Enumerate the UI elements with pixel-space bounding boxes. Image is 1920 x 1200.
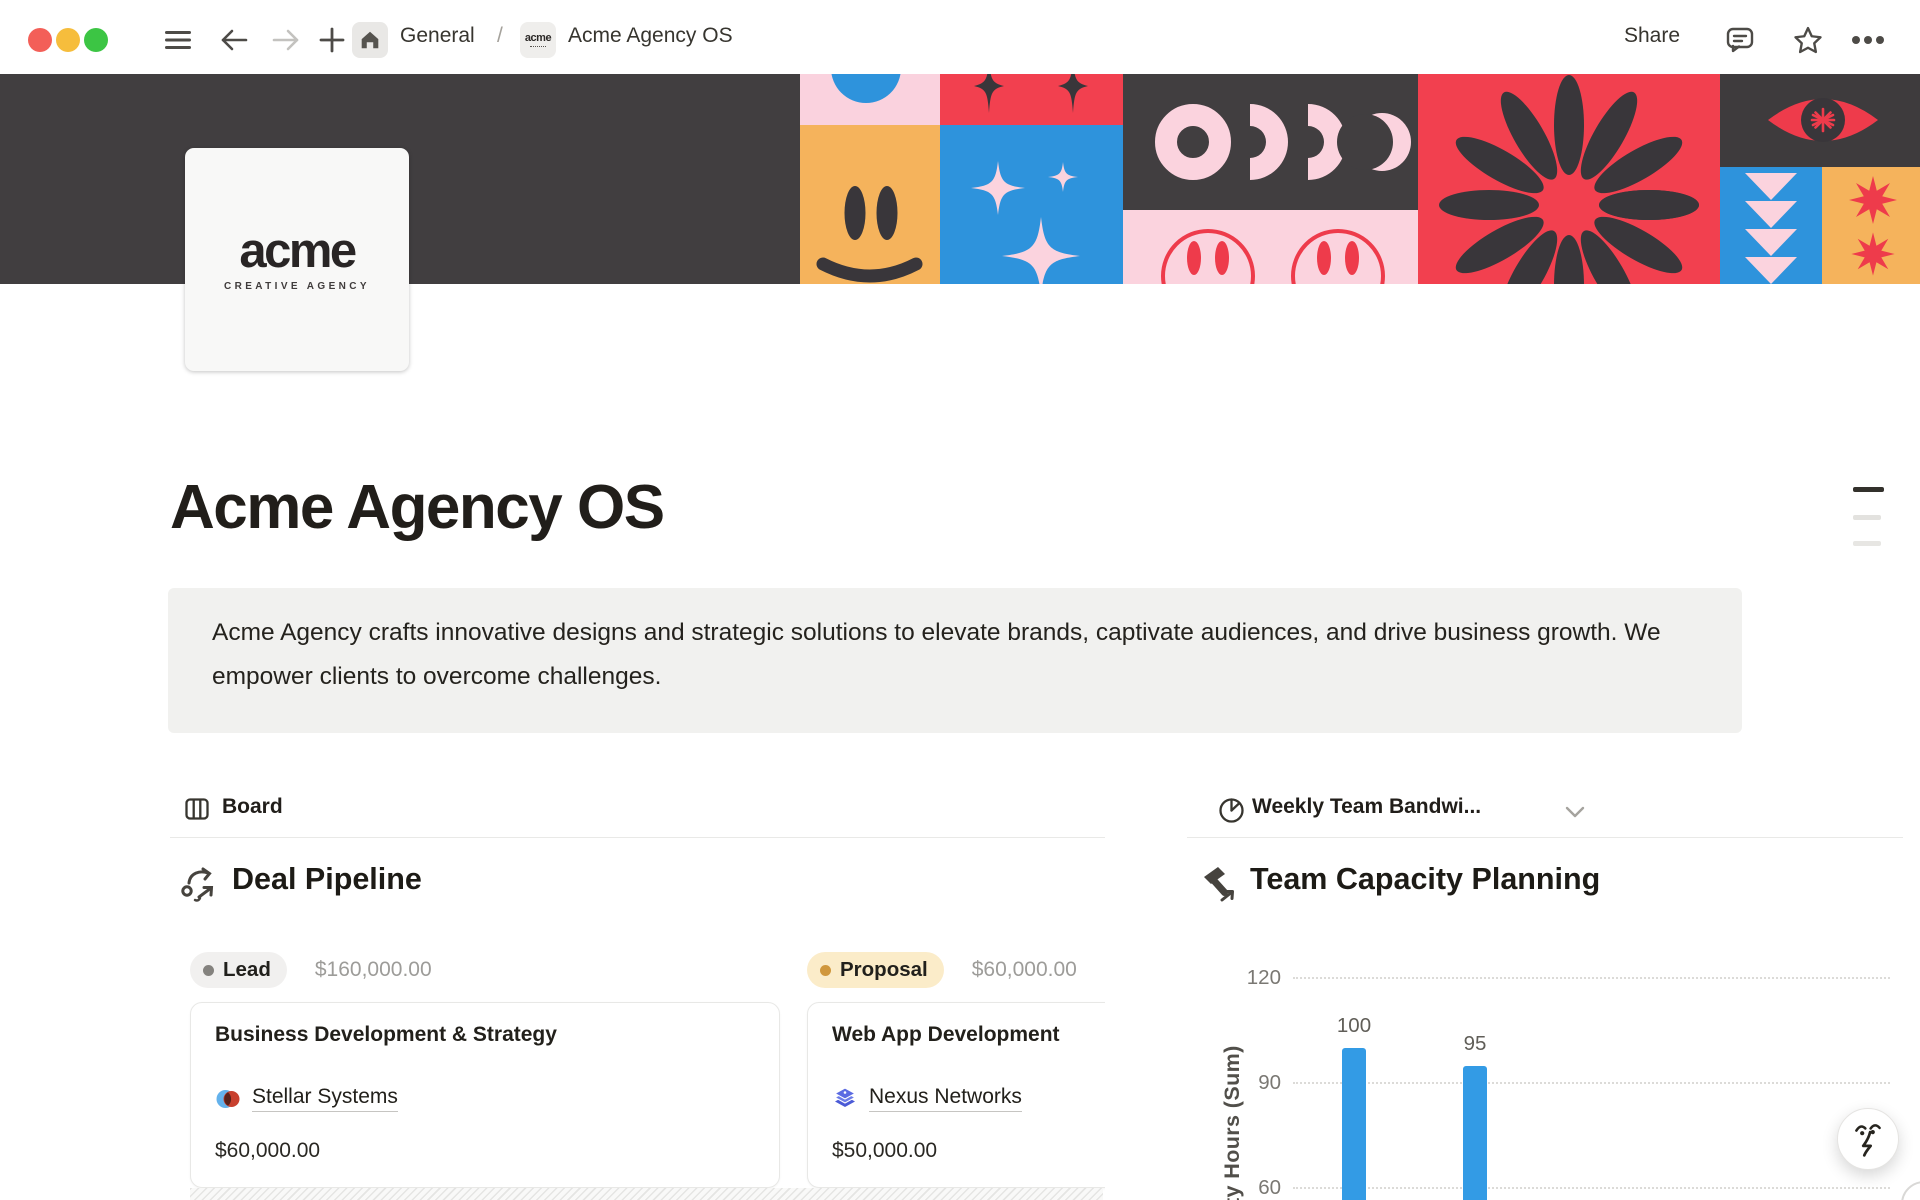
- new-tab-plus-icon[interactable]: [314, 22, 350, 58]
- callout-block: Acme Agency crafts innovative designs an…: [168, 588, 1742, 733]
- favorite-star-icon[interactable]: [1790, 22, 1826, 58]
- company-link[interactable]: Nexus Networks: [869, 1085, 1022, 1112]
- breadcrumb-page[interactable]: Acme Agency OS: [568, 24, 733, 48]
- team-capacity-heading: Team Capacity Planning: [1250, 862, 1600, 897]
- toc-dash-active[interactable]: [1853, 487, 1884, 492]
- chart-bar-value-label: 100: [1316, 1014, 1392, 1038]
- table-of-contents-indicator[interactable]: [1853, 487, 1893, 546]
- board-view-icon: [184, 796, 210, 822]
- help-button-clipped[interactable]: [1901, 1181, 1920, 1200]
- board-bottom-clipped-row: [190, 1188, 1103, 1200]
- status-badge-lead[interactable]: Lead: [190, 952, 287, 988]
- chart-tab-label: Weekly Team Bandwi...: [1252, 795, 1481, 819]
- chart-gridline: [1293, 1187, 1890, 1189]
- toc-dash[interactable]: [1853, 515, 1881, 520]
- deal-pipeline-section: Board Deal Pipeline Lead $16: [170, 780, 1105, 1200]
- status-dot: [203, 965, 214, 976]
- callout-text: Acme Agency crafts innovative designs an…: [212, 611, 1712, 699]
- kanban-card-business-development[interactable]: Business Development & Strategy Stellar …: [190, 1002, 780, 1188]
- toc-dash[interactable]: [1853, 541, 1881, 546]
- deal-pipeline-heading: Deal Pipeline: [232, 862, 422, 897]
- breadcrumb-root[interactable]: General: [400, 24, 475, 48]
- status-dot: [820, 965, 831, 976]
- kanban-column-header-lead: Lead $160,000.00: [190, 952, 432, 988]
- page-title[interactable]: Acme Agency OS: [170, 472, 664, 543]
- card-title: Business Development & Strategy: [215, 1023, 557, 1047]
- hammer-icon: [1198, 864, 1242, 908]
- chart-bar[interactable]: [1463, 1066, 1487, 1200]
- column-sum: $60,000.00: [972, 958, 1077, 982]
- nexus-networks-logo-icon: [832, 1086, 858, 1112]
- chart-gridline: [1293, 977, 1890, 979]
- chart-y-tick-label: 60: [1205, 1176, 1281, 1200]
- chart-y-tick-label: 90: [1205, 1071, 1281, 1095]
- close-window-button[interactable]: [28, 28, 52, 52]
- kanban-column-header-proposal: Proposal $60,000.00: [807, 952, 1077, 988]
- zoom-window-button[interactable]: [84, 28, 108, 52]
- card-amount: $50,000.00: [832, 1139, 937, 1163]
- team-capacity-section: Weekly Team Bandwi... Team Capacity Plan…: [1187, 780, 1903, 1200]
- breadcrumb-page-icon[interactable]: acme: [520, 22, 556, 58]
- stellar-systems-logo-icon: [215, 1086, 241, 1112]
- column-sum: $160,000.00: [315, 958, 432, 982]
- back-icon[interactable]: [216, 22, 252, 58]
- forward-icon[interactable]: [268, 22, 304, 58]
- capacity-chart-plot: ty Hours (Sum) 120 90 60 100 95: [1187, 940, 1903, 1200]
- titlebar: General / acme Acme Agency OS Share: [0, 0, 1920, 74]
- company-link[interactable]: Stellar Systems: [252, 1085, 398, 1112]
- notion-window: General / acme Acme Agency OS Share: [0, 0, 1920, 1200]
- home-button[interactable]: [352, 22, 388, 58]
- section-divider: [170, 837, 1105, 838]
- notion-ai-face-icon: [1850, 1120, 1886, 1158]
- comments-icon[interactable]: [1722, 22, 1758, 58]
- kanban-card-web-app-development[interactable]: Web App Development Nexus Networks $50,0…: [807, 1002, 1105, 1188]
- card-title: Web App Development: [832, 1023, 1060, 1047]
- share-button[interactable]: Share: [1624, 24, 1680, 48]
- sidebar-menu-icon[interactable]: [160, 22, 196, 58]
- logo-text: acme: [239, 228, 354, 274]
- chart-gridline: [1293, 1082, 1890, 1084]
- chart-bar[interactable]: [1342, 1048, 1366, 1200]
- status-badge-proposal[interactable]: Proposal: [807, 952, 944, 988]
- chart-y-axis-label: ty Hours (Sum): [1220, 1028, 1246, 1200]
- more-options-icon[interactable]: [1850, 22, 1886, 58]
- pipeline-icon: [180, 864, 220, 906]
- card-amount: $60,000.00: [215, 1139, 320, 1163]
- section-divider: [1187, 837, 1903, 838]
- chevron-down-icon[interactable]: [1565, 806, 1585, 818]
- chart-bar-value-label: 95: [1437, 1032, 1513, 1056]
- board-tab-label: Board: [222, 795, 283, 819]
- page-icon-logo[interactable]: acme CREATIVE AGENCY: [185, 148, 409, 371]
- chart-y-tick-label: 120: [1205, 966, 1281, 990]
- pie-chart-view-icon: [1218, 797, 1245, 824]
- notion-ai-button[interactable]: [1837, 1108, 1899, 1170]
- breadcrumb-separator: /: [497, 24, 503, 48]
- minimize-window-button[interactable]: [56, 28, 80, 52]
- logo-subtext: CREATIVE AGENCY: [224, 281, 370, 292]
